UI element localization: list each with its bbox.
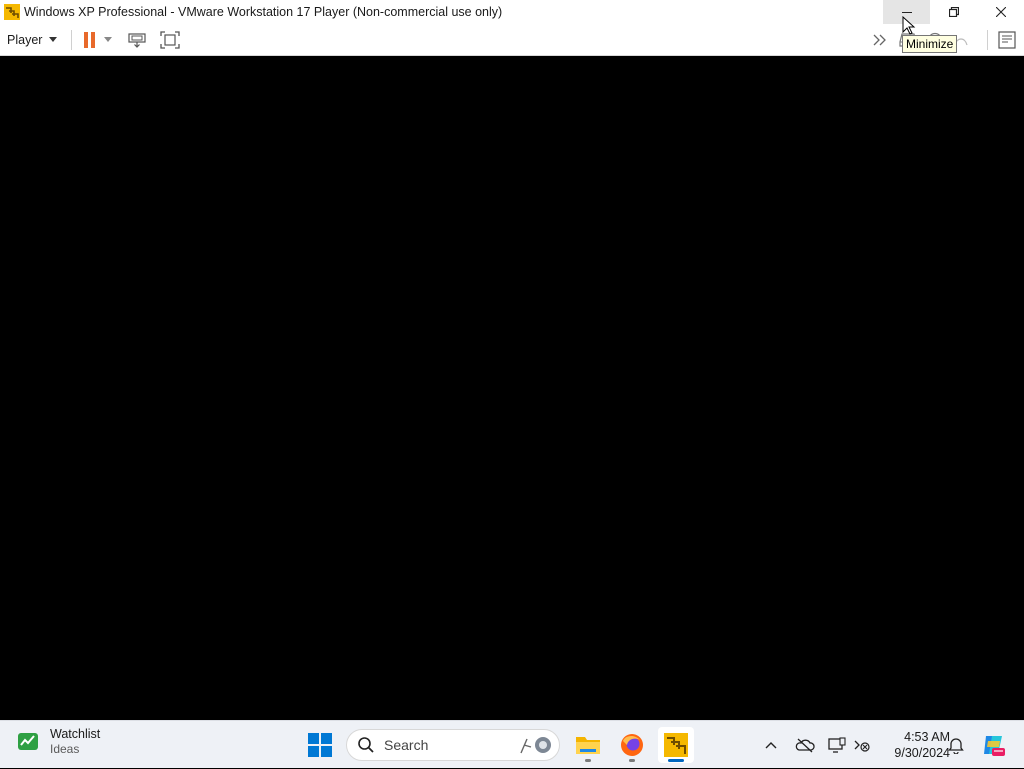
- close-button[interactable]: [977, 0, 1024, 24]
- more-devices-button[interactable]: [873, 34, 889, 46]
- clock-time: 4:53 AM: [904, 730, 950, 744]
- restore-button[interactable]: [930, 0, 977, 24]
- send-ctrl-alt-del-icon: [128, 32, 147, 48]
- firefox-icon: [621, 734, 643, 756]
- display-tray-button[interactable]: [828, 721, 846, 769]
- search-placeholder: Search: [384, 737, 429, 753]
- restore-icon: [948, 7, 959, 17]
- pause-icon[interactable]: [84, 31, 96, 48]
- power-options-dropdown[interactable]: [104, 37, 113, 42]
- active-window-indicator: [668, 759, 684, 762]
- windows-logo-icon: [308, 733, 332, 757]
- widget-subtitle: Ideas: [50, 742, 80, 756]
- running-indicator: [629, 759, 635, 762]
- fullscreen-button[interactable]: [160, 30, 181, 49]
- minimize-tooltip: Minimize: [902, 35, 958, 53]
- windows-taskbar: Watchlist Ideas Search 4:53 AM 9/30/2024: [0, 720, 1024, 768]
- mouse-cursor-icon: [902, 16, 916, 35]
- copilot-icon: [984, 736, 1005, 756]
- onedrive-offline-icon: [795, 738, 815, 753]
- search-highlight-icon: [520, 737, 551, 754]
- start-button[interactable]: [308, 733, 332, 762]
- file-explorer-button[interactable]: [570, 727, 606, 763]
- copilot-button[interactable]: [980, 721, 1006, 769]
- clock-date: 9/30/2024: [894, 746, 950, 760]
- running-indicator: [585, 759, 591, 762]
- vmware-app-icon: [4, 4, 20, 20]
- vmware-player-icon: [664, 733, 688, 757]
- toolbar-divider-right: [987, 30, 988, 50]
- player-menu-label: Player: [7, 32, 43, 47]
- chevron-up-icon: [765, 742, 777, 749]
- monitor-icon: [828, 737, 846, 753]
- send-ctrl-alt-del-button[interactable]: [128, 31, 147, 49]
- message-log-icon: [998, 31, 1016, 49]
- toolbar-divider: [71, 29, 73, 50]
- widget-title: Watchlist: [50, 727, 101, 741]
- onedrive-tray-button[interactable]: [795, 721, 815, 769]
- bell-icon: [948, 738, 964, 754]
- file-explorer-icon: [576, 737, 600, 754]
- widgets-button[interactable]: Watchlist Ideas: [16, 727, 100, 757]
- vmware-player-button[interactable]: [658, 727, 694, 763]
- fullscreen-icon: [160, 30, 181, 49]
- taskbar-clock[interactable]: 4:53 AM 9/30/2024: [876, 729, 950, 761]
- close-icon: [995, 7, 1006, 17]
- more-icon: [873, 34, 886, 46]
- player-menu-button[interactable]: Player: [7, 32, 58, 47]
- chevron-down-icon: [49, 37, 58, 42]
- notifications-button[interactable]: [948, 721, 964, 769]
- window-title: Windows XP Professional - VMware Worksta…: [24, 5, 503, 19]
- message-log-button[interactable]: [998, 31, 1016, 49]
- vmware-toolbar: Player: [0, 24, 1024, 56]
- firefox-button[interactable]: [614, 727, 650, 763]
- window-titlebar: Windows XP Professional - VMware Worksta…: [0, 0, 1024, 24]
- taskbar-search[interactable]: Search: [346, 729, 560, 761]
- search-icon: [358, 737, 374, 753]
- show-hidden-icons-button[interactable]: [764, 721, 778, 769]
- watchlist-icon: [18, 733, 38, 750]
- vm-display[interactable]: [0, 56, 1024, 720]
- network-tray-button[interactable]: [853, 721, 871, 769]
- network-icon: [854, 740, 870, 752]
